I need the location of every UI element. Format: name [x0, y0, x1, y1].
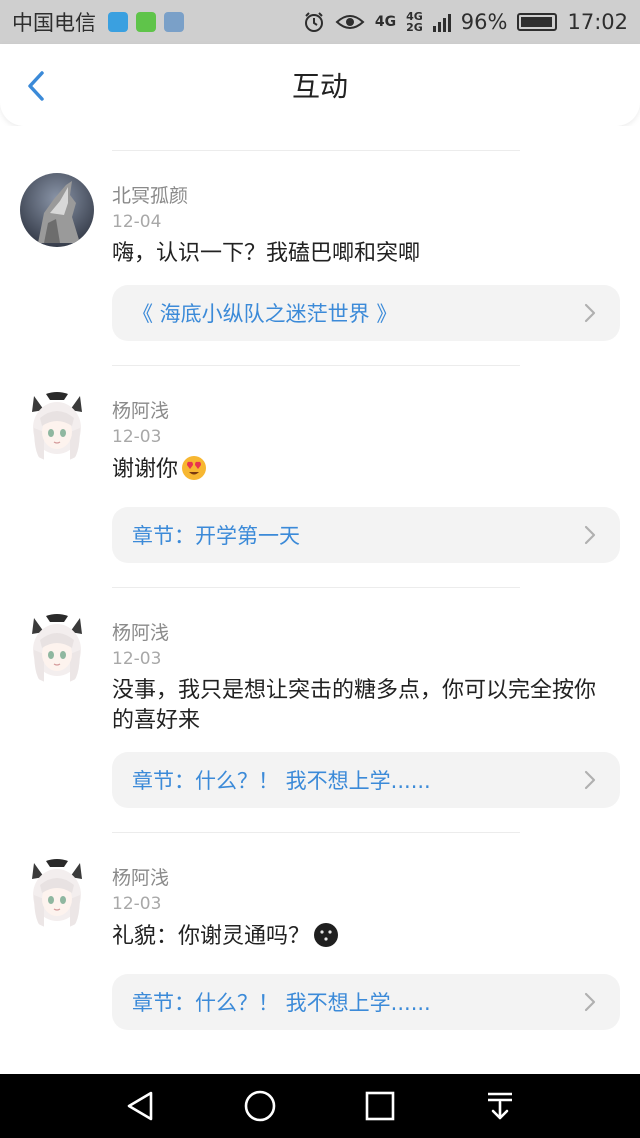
- app-notification-icon: [108, 12, 128, 32]
- avatar[interactable]: [20, 173, 94, 247]
- square-recent-icon: [365, 1091, 395, 1121]
- nav-home-button[interactable]: [230, 1076, 290, 1136]
- post-date: 12-03: [112, 427, 162, 447]
- message-text: 礼貌：你谢灵通吗？: [112, 924, 311, 949]
- message-text: 嗨，认识一下？我磕巴唧和突唧: [112, 241, 421, 266]
- nav-notifications-button[interactable]: [470, 1076, 530, 1136]
- source-link-card[interactable]: 章节：开学第一天: [112, 507, 620, 563]
- screen: 中国电信 4G 4G 2G 96% 17:02 互动 北冥孤颜 12-04 嗨，…: [0, 0, 640, 1138]
- page-title: 互动: [291, 70, 348, 103]
- interaction-feed[interactable]: 北冥孤颜 12-04 嗨，认识一下？我磕巴唧和突唧 《 海底小纵队之迷茫世界 》: [0, 126, 640, 1074]
- avatar[interactable]: [20, 388, 94, 462]
- eye-comfort-icon: [335, 15, 365, 29]
- signal-icon: [432, 14, 451, 32]
- list-item: 杨阿浅 12-03 没事，我只是想让突击的糖多点，你可以完全按你的喜好来 章节：…: [0, 588, 640, 832]
- chevron-right-icon: [580, 992, 600, 1012]
- source-link-text: 章节：开学第一天: [132, 524, 300, 548]
- chat-notification-icon: [136, 12, 156, 32]
- carrier-name: 中国电信: [12, 11, 96, 35]
- anime-girl-avatar-image: [20, 855, 94, 929]
- message: 谢谢你: [112, 454, 620, 491]
- anime-girl-avatar-image: [20, 610, 94, 684]
- status-bar: 中国电信 4G 4G 2G 96% 17:02: [0, 0, 640, 44]
- post-date: 12-03: [112, 649, 162, 669]
- list-item: 杨阿浅 12-03 谢谢你 章节：开学第一天: [0, 366, 640, 587]
- chevron-right-icon: [580, 525, 600, 545]
- username[interactable]: 杨阿浅: [112, 620, 620, 646]
- post-date: 12-04: [112, 212, 162, 232]
- source-link-text: 章节：什么？！ 我不想上学......: [132, 769, 431, 793]
- username[interactable]: 北冥孤颜: [112, 183, 620, 209]
- nav-back-button[interactable]: [110, 1076, 170, 1136]
- system-navigation-bar: [0, 1074, 640, 1138]
- source-link-card[interactable]: 《 海底小纵队之迷茫世界 》: [112, 285, 620, 341]
- status-right: 4G 4G 2G 96% 17:02: [303, 10, 628, 34]
- clock: 17:02: [567, 10, 628, 34]
- avatar[interactable]: [20, 855, 94, 929]
- message: 礼貌：你谢灵通吗？: [112, 921, 620, 958]
- chevron-right-icon: [580, 303, 600, 323]
- list-item: 杨阿浅 12-03 礼貌：你谢灵通吗？ 章节：什么？！ 我不想上学......: [0, 833, 640, 1054]
- circle-home-icon: [244, 1090, 276, 1122]
- network-type: 4G: [374, 14, 397, 30]
- triangle-back-icon: [127, 1091, 153, 1121]
- alarm-icon: [304, 12, 323, 32]
- list-item: 北冥孤颜 12-04 嗨，认识一下？我磕巴唧和突唧 《 海底小纵队之迷茫世界 》: [0, 151, 640, 365]
- chevron-left-icon: [28, 71, 44, 101]
- header: 互动: [0, 44, 640, 126]
- chevron-right-icon: [580, 770, 600, 790]
- battery-icon: [517, 13, 558, 31]
- dark-moon-face-emoji-icon: [312, 921, 340, 958]
- anime-girl-avatar-image: [20, 388, 94, 462]
- post-date: 12-03: [112, 894, 162, 914]
- message-text: 谢谢你: [112, 457, 179, 482]
- sim2-network: 2G: [406, 21, 423, 34]
- username[interactable]: 杨阿浅: [112, 398, 620, 424]
- source-link-card[interactable]: 章节：什么？！ 我不想上学......: [112, 752, 620, 808]
- username[interactable]: 杨阿浅: [112, 865, 620, 891]
- source-link-text: 《 海底小纵队之迷茫世界 》: [132, 302, 398, 326]
- wolf-avatar-image: [20, 173, 94, 247]
- source-link-card[interactable]: 章节：什么？！ 我不想上学......: [112, 974, 620, 1030]
- pull-down-icon: [488, 1092, 512, 1120]
- message-text: 没事，我只是想让突击的糖多点，你可以完全按你的喜好来: [112, 678, 597, 733]
- dual-sim-indicator: 4G 2G: [406, 11, 423, 33]
- nav-recent-button[interactable]: [350, 1076, 410, 1136]
- heart-eyes-emoji-icon: [180, 454, 208, 491]
- source-link-text: 章节：什么？！ 我不想上学......: [132, 991, 431, 1015]
- avatar[interactable]: [20, 610, 94, 684]
- back-button[interactable]: [18, 66, 54, 106]
- battery-percent: 96%: [460, 10, 508, 34]
- gallery-notification-icon: [164, 12, 184, 32]
